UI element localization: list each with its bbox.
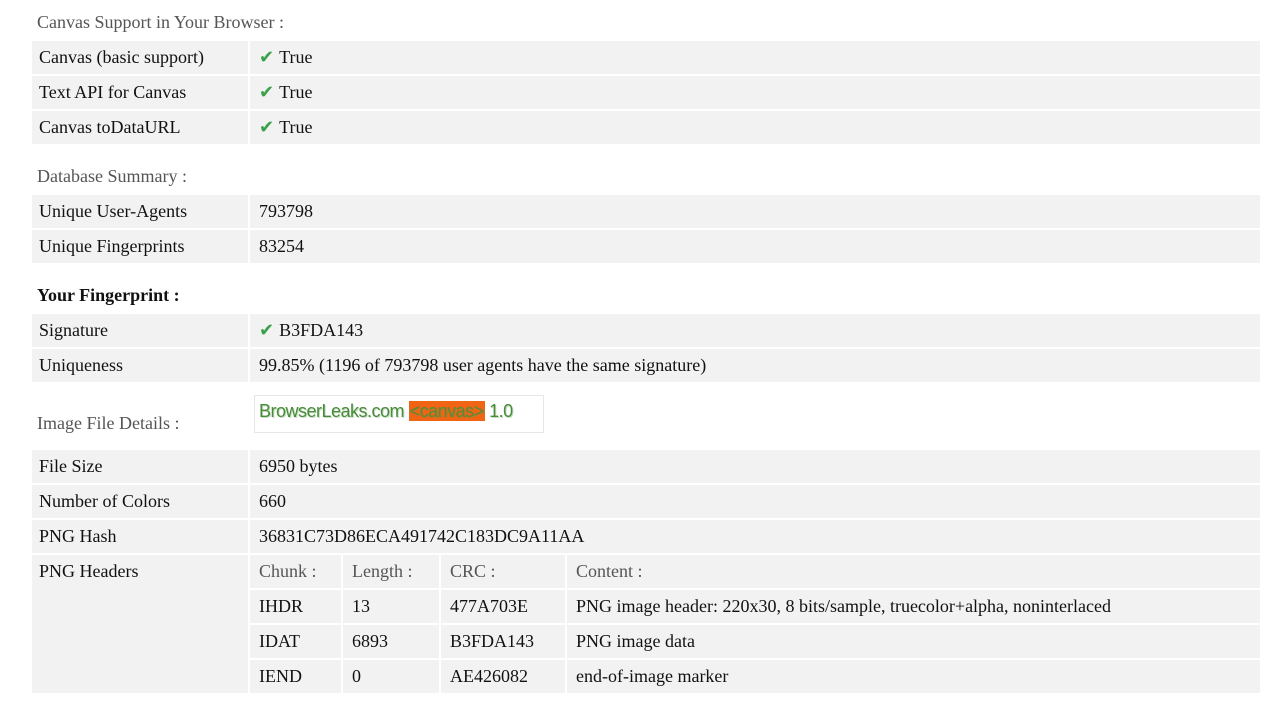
row-value: ✔ True <box>250 76 1260 109</box>
database-summary-title: Database Summary : <box>37 166 187 186</box>
checkmark-icon: ✔ <box>259 117 275 138</box>
image-details-header: Image File Details : BrowserLeaks.com <c… <box>32 395 1260 450</box>
table-row: IDAT 6893 B3FDA143 PNG image data <box>250 625 1260 658</box>
row-value: 660 <box>250 485 1260 518</box>
table-cell: IDAT <box>250 625 341 658</box>
table-cell: IHDR <box>250 590 341 623</box>
row-value: ✔ True <box>250 111 1260 144</box>
canvas-image-text: BrowserLeaks.com <box>259 401 409 421</box>
table-cell: IEND <box>250 660 341 693</box>
column-header: Length : <box>343 555 439 588</box>
row-label: Unique User-Agents <box>32 195 248 228</box>
png-headers-header-row: Chunk : Length : CRC : Content : <box>250 555 1260 588</box>
colors-row: Number of Colors 660 <box>32 485 1260 518</box>
table-cell: 13 <box>343 590 439 623</box>
value-text: True <box>279 117 313 137</box>
file-size-row: File Size 6950 bytes <box>32 450 1260 483</box>
canvas-support-title: Canvas Support in Your Browser : <box>37 12 285 32</box>
table-cell: PNG image data <box>567 625 1260 658</box>
table-cell: 6893 <box>343 625 439 658</box>
table-row: IEND 0 AE426082 end-of-image marker <box>250 660 1260 693</box>
canvas-support-row: Text API for Canvas ✔ True <box>32 76 1260 109</box>
canvas-support-row: Canvas (basic support) ✔ True <box>32 41 1260 74</box>
column-header: CRC : <box>441 555 565 588</box>
row-label: Canvas toDataURL <box>32 111 248 144</box>
signature-value: B3FDA143 <box>279 320 364 340</box>
fingerprint-title: Your Fingerprint : <box>37 285 180 305</box>
canvas-fingerprint-image: BrowserLeaks.com <canvas> 1.0 <box>254 395 544 433</box>
row-value: 793798 <box>250 195 1260 228</box>
row-label: Text API for Canvas <box>32 76 248 109</box>
checkmark-icon: ✔ <box>259 320 275 341</box>
row-label: File Size <box>32 450 248 483</box>
png-headers-row: PNG Headers Chunk : Length : CRC : Conte… <box>32 555 1260 693</box>
checkmark-icon: ✔ <box>259 82 275 103</box>
database-row: Unique Fingerprints 83254 <box>32 230 1260 263</box>
table-cell: AE426082 <box>441 660 565 693</box>
canvas-fingerprint-report: Canvas Support in Your Browser : Canvas … <box>32 0 1260 695</box>
row-label: Number of Colors <box>32 485 248 518</box>
row-value: 36831C73D86ECA491742C183DC9A11AA <box>250 520 1260 553</box>
png-hash-row: PNG Hash 36831C73D86ECA491742C183DC9A11A… <box>32 520 1260 553</box>
canvas-image-highlight: <canvas> <box>408 401 485 421</box>
png-headers-table: Chunk : Length : CRC : Content : IHDR 13… <box>250 555 1260 693</box>
column-header: Content : <box>567 555 1260 588</box>
row-value: ✔ True <box>250 41 1260 74</box>
row-label: Signature <box>32 314 248 347</box>
table-cell: PNG image header: 220x30, 8 bits/sample,… <box>567 590 1260 623</box>
value-text: True <box>279 82 313 102</box>
database-row: Unique User-Agents 793798 <box>32 195 1260 228</box>
column-header: Chunk : <box>250 555 341 588</box>
row-label: Uniqueness <box>32 349 248 382</box>
table-cell: end-of-image marker <box>567 660 1260 693</box>
uniqueness-value: 99.85% (1196 of 793798 user agents have … <box>250 349 1260 382</box>
row-value: ✔ B3FDA143 <box>250 314 1260 347</box>
row-value: 6950 bytes <box>250 450 1260 483</box>
image-details-title: Image File Details : <box>37 413 180 433</box>
canvas-support-row: Canvas toDataURL ✔ True <box>32 111 1260 144</box>
row-label: PNG Hash <box>32 520 248 553</box>
row-label: Canvas (basic support) <box>32 41 248 74</box>
table-cell: B3FDA143 <box>441 625 565 658</box>
value-text: True <box>279 47 313 67</box>
table-cell: 477A703E <box>441 590 565 623</box>
table-cell: 0 <box>343 660 439 693</box>
signature-row: Signature ✔ B3FDA143 <box>32 314 1260 347</box>
checkmark-icon: ✔ <box>259 47 275 68</box>
table-row: IHDR 13 477A703E PNG image header: 220x3… <box>250 590 1260 623</box>
uniqueness-row: Uniqueness 99.85% (1196 of 793798 user a… <box>32 349 1260 382</box>
row-label: Unique Fingerprints <box>32 230 248 263</box>
canvas-image-version: 1.0 <box>484 401 513 421</box>
row-value: 83254 <box>250 230 1260 263</box>
row-label: PNG Headers <box>32 555 248 693</box>
